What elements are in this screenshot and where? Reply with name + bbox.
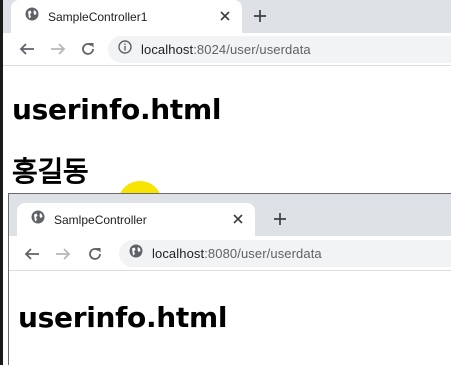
url-host: localhost <box>152 246 205 261</box>
reload-icon[interactable] <box>85 244 105 264</box>
back-arrow-icon[interactable] <box>17 39 37 59</box>
url-text: localhost:8080/user/userdata <box>152 246 322 261</box>
reload-icon[interactable] <box>78 39 98 59</box>
browser-window-front: SamlpeController localhost:8080/user/use… <box>8 193 451 365</box>
url-path: :8024/user/userdata <box>193 42 311 57</box>
browser-toolbar: localhost:8080/user/userdata <box>9 236 451 271</box>
user-name: 홍길동 <box>12 155 89 188</box>
globe-icon[interactable] <box>129 244 143 263</box>
globe-icon <box>25 7 39 26</box>
globe-icon <box>31 210 45 229</box>
forward-arrow-icon[interactable] <box>48 39 68 59</box>
tab-strip: SamlpeController <box>9 194 451 236</box>
tab-title: SamlpeController <box>54 212 147 227</box>
forward-arrow-icon[interactable] <box>53 244 73 264</box>
close-tab-icon[interactable] <box>216 7 234 25</box>
tab-strip: SampleController1 <box>3 0 451 33</box>
tab-sample-controller-1[interactable]: SampleController1 <box>11 0 242 33</box>
new-tab-plus-icon[interactable] <box>250 6 270 26</box>
tab-title: SampleController1 <box>48 9 148 24</box>
new-tab-plus-icon[interactable] <box>270 209 290 229</box>
page-content: userinfo.html <box>9 272 451 365</box>
address-bar[interactable]: localhost:8024/user/userdata <box>108 36 451 63</box>
url-path: :8080/user/userdata <box>204 246 322 261</box>
page-heading: userinfo.html <box>12 93 222 126</box>
info-icon[interactable] <box>118 40 132 59</box>
url-text: localhost:8024/user/userdata <box>141 42 311 57</box>
address-bar[interactable]: localhost:8080/user/userdata <box>119 240 451 267</box>
browser-toolbar: localhost:8024/user/userdata <box>3 33 451 66</box>
close-tab-icon[interactable] <box>229 210 247 228</box>
back-arrow-icon[interactable] <box>22 244 42 264</box>
url-host: localhost <box>141 42 194 57</box>
page-heading: userinfo.html <box>18 301 228 334</box>
tab-samlpe-controller[interactable]: SamlpeController <box>17 203 255 236</box>
